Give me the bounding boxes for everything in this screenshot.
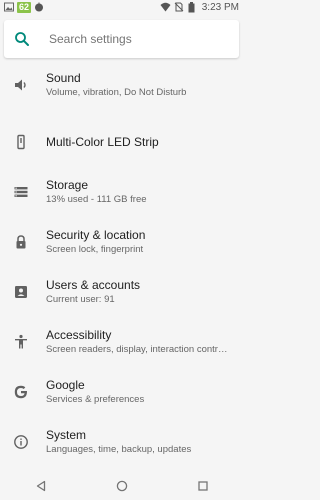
setting-title: Users & accounts [46,278,141,292]
status-bar-right: 3:23 PM [160,2,243,13]
setting-title: System [46,428,87,442]
setting-item-text: Multi-Color LED Strip [46,117,243,167]
status-bar: 62 3:23 PM [0,0,243,14]
wifi-icon [160,2,171,12]
setting-item-text: Storage 13% used - 111 GB free [46,167,243,217]
status-bar-left: 62 [0,1,44,13]
setting-item-sound[interactable]: Sound Volume, vibration, Do Not Disturb [0,60,243,110]
settings-list: Sound Volume, vibration, Do Not Disturb … [0,60,243,472]
clock-time: 3:23 PM [201,1,239,13]
setting-subtitle: Screen readers, display, interaction con… [46,344,228,355]
setting-item-security[interactable]: Security & location Screen lock, fingerp… [0,217,243,267]
setting-item-google[interactable]: Google Services & preferences [0,367,243,417]
setting-item-text: Security & location Screen lock, fingerp… [46,217,243,267]
setting-subtitle: 13% used - 111 GB free [46,194,147,205]
setting-title: Sound [46,71,81,85]
google-icon [13,384,29,400]
setting-item-system[interactable]: System Languages, time, backup, updates [0,417,243,467]
battery-level-badge: 62 [17,1,32,13]
info-icon [13,434,29,450]
setting-item-text: System Languages, time, backup, updates [46,417,243,467]
no-sim-icon [174,2,184,12]
setting-item-users[interactable]: Users & accounts Current user: 91 [0,267,243,317]
setting-subtitle: Services & preferences [46,394,145,405]
setting-title: Storage [46,178,89,192]
setting-item-storage[interactable]: Storage 13% used - 111 GB free [0,167,243,217]
storage-icon [13,184,29,200]
setting-title: Security & location [46,228,146,242]
setting-title: Google [46,378,85,392]
setting-item-accessibility[interactable]: Accessibility Screen readers, display, i… [0,317,243,367]
search-bar[interactable]: Search settings [4,20,239,58]
setting-subtitle: Languages, time, backup, updates [46,444,192,455]
speaker-icon [13,77,29,93]
setting-title: Multi-Color LED Strip [46,134,159,149]
recents-button[interactable] [196,479,210,493]
setting-title: Accessibility [46,328,112,342]
led-strip-icon [13,134,29,150]
search-icon[interactable] [14,31,30,47]
accessibility-icon [13,334,29,350]
setting-subtitle: Current user: 91 [46,294,115,305]
account-icon [13,284,29,300]
home-button[interactable] [115,479,129,493]
setting-item-text: Accessibility Screen readers, display, i… [46,317,243,367]
back-button[interactable] [34,479,48,493]
navigation-bar [0,472,243,500]
image-icon [4,2,14,12]
search-input[interactable]: Search settings [49,32,132,46]
setting-subtitle: Screen lock, fingerprint [46,244,144,255]
notification-icon [34,2,44,12]
lock-icon [13,234,29,250]
setting-item-text: Sound Volume, vibration, Do Not Disturb [46,60,243,110]
setting-item-led[interactable]: Multi-Color LED Strip [0,117,243,167]
battery-icon [188,2,198,13]
setting-item-text: Google Services & preferences [46,367,243,417]
setting-subtitle: Volume, vibration, Do Not Disturb [46,87,187,98]
setting-item-text: Users & accounts Current user: 91 [46,267,243,317]
